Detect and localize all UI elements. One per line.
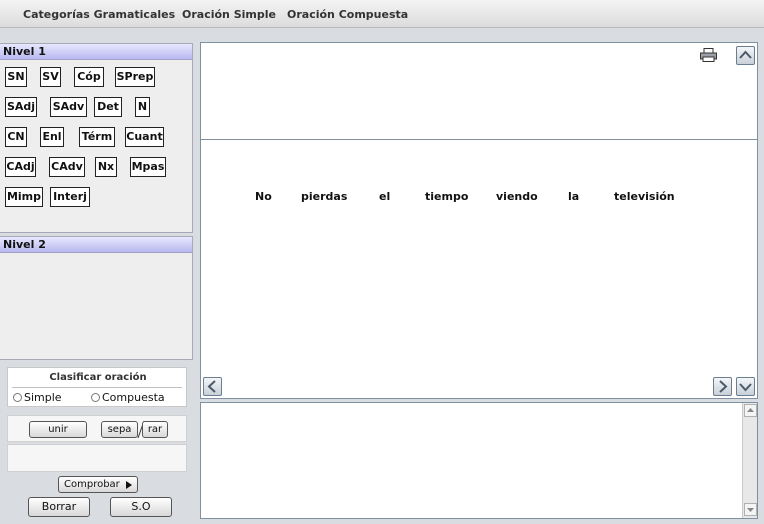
radio-compuesta[interactable]: Compuesta (91, 391, 165, 404)
chevron-down-icon (739, 383, 752, 392)
output-text-area[interactable] (200, 402, 758, 519)
menu-oracion-compuesta[interactable]: Oración Compuesta (287, 8, 408, 21)
category-enl[interactable]: Enl (40, 127, 64, 147)
radio-circle-icon (13, 393, 22, 402)
radio-simple-label: Simple (24, 391, 62, 404)
menu-oracion-simple[interactable]: Oración Simple (182, 8, 276, 21)
level1-panel: Nivel 1 SN SV Cóp SPrep SAdj SAdv Det N … (0, 43, 193, 233)
category-cn[interactable]: CN (5, 127, 27, 147)
category-det[interactable]: Det (94, 97, 122, 117)
scroll-down-button[interactable] (736, 377, 755, 396)
result-box (7, 444, 187, 472)
radio-compuesta-label: Compuesta (102, 391, 165, 404)
radio-circle-icon (91, 393, 100, 402)
category-mpas[interactable]: Mpas (130, 157, 166, 177)
classify-title: Clasificar oración (49, 372, 147, 383)
check-button[interactable]: Comprobar (58, 476, 138, 493)
chevron-right-icon (719, 380, 728, 393)
radio-simple[interactable]: Simple (13, 391, 62, 404)
join-split-box: unir sepa rar (7, 415, 187, 442)
scroll-left-button[interactable] (203, 377, 222, 396)
vertical-scrollbar[interactable] (742, 403, 757, 518)
category-mimp[interactable]: Mimp (5, 187, 43, 207)
sentence-word[interactable]: No (255, 190, 272, 203)
chevron-left-icon (207, 380, 216, 393)
category-cadv[interactable]: CAdv (49, 157, 85, 177)
category-term[interactable]: Térm (79, 127, 115, 147)
category-interj[interactable]: Interj (50, 187, 90, 207)
check-button-label: Comprobar (64, 479, 120, 490)
level1-title: Nivel 1 (0, 44, 192, 60)
join-button[interactable]: unir (29, 421, 87, 438)
level2-title: Nivel 2 (0, 237, 192, 253)
triangle-down-icon (747, 508, 754, 512)
category-cop[interactable]: Cóp (74, 67, 104, 87)
play-arrow-icon (126, 481, 132, 489)
divider (12, 387, 182, 388)
category-nx[interactable]: Nx (95, 157, 117, 177)
level2-panel: Nivel 2 (0, 236, 193, 360)
triangle-up-icon (747, 408, 754, 412)
category-cadj[interactable]: CAdj (5, 157, 36, 177)
sentence-word[interactable]: pierdas (301, 190, 347, 203)
category-n[interactable]: N (135, 97, 150, 117)
category-sprep[interactable]: SPrep (115, 67, 155, 87)
scrollbar-up-button[interactable] (744, 404, 757, 417)
scroll-up-button[interactable] (736, 46, 755, 65)
sentence-word[interactable]: tiempo (425, 190, 468, 203)
scrollbar-down-button[interactable] (744, 503, 757, 516)
so-button[interactable]: S.O (110, 497, 172, 517)
category-sadv[interactable]: SAdv (50, 97, 87, 117)
clear-button[interactable]: Borrar (28, 497, 90, 517)
sentence-panel: No pierdas el tiempo viendo la televisió… (200, 42, 758, 399)
menu-bar: Categorías Gramaticales Oración Simple O… (0, 0, 764, 28)
split-button-left[interactable]: sepa (101, 421, 138, 438)
sentence-word[interactable]: televisión (614, 190, 675, 203)
category-sv[interactable]: SV (40, 67, 61, 87)
divider (201, 139, 757, 140)
split-button-right[interactable]: rar (142, 421, 168, 438)
classify-sentence-box: Clasificar oración Simple Compuesta (7, 367, 187, 407)
sentence-word[interactable]: viendo (496, 190, 538, 203)
category-sn[interactable]: SN (5, 67, 27, 87)
scroll-right-button[interactable] (713, 377, 732, 396)
chevron-up-icon (739, 50, 752, 59)
menu-categorias-gramaticales[interactable]: Categorías Gramaticales (23, 8, 175, 21)
sentence-word[interactable]: la (568, 190, 579, 203)
sentence-word[interactable]: el (379, 190, 390, 203)
printer-icon[interactable] (700, 48, 717, 62)
category-cuant[interactable]: Cuant (125, 127, 164, 147)
category-sadj[interactable]: SAdj (5, 97, 37, 117)
